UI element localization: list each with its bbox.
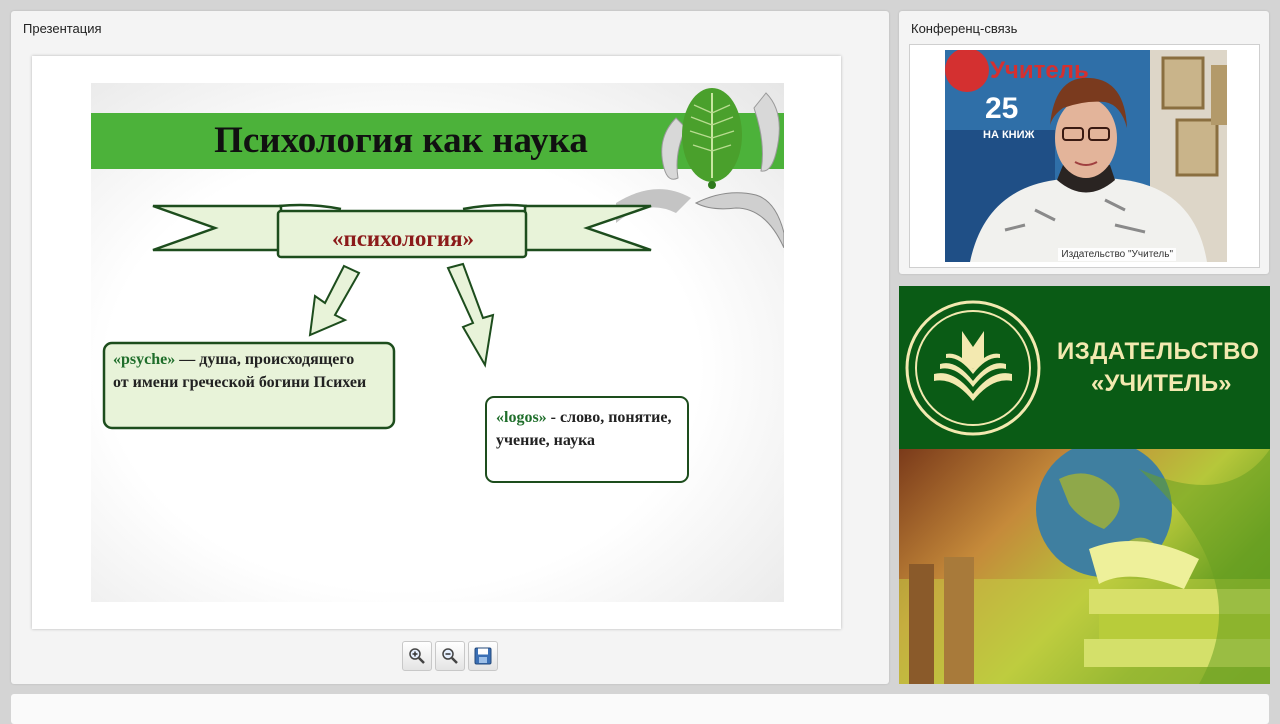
conference-panel: Конференц-связь Учитель 25 НА КНИЖ Издат…: [899, 11, 1269, 274]
svg-text:НА КНИЖ: НА КНИЖ: [983, 129, 1035, 141]
publisher-banner: ИЗДАТЕЛЬСТВО «УЧИТЕЛЬ»: [899, 286, 1270, 684]
zoom-in-button[interactable]: [402, 641, 432, 671]
definition-psyche: «psyche» — душа, происходящего от имени …: [113, 348, 373, 394]
floppy-disk-icon: [474, 647, 492, 665]
publisher-name-line2: «УЧИТЕЛЬ»: [1091, 370, 1232, 397]
zoom-in-icon: [409, 648, 425, 664]
publisher-logo-icon: [905, 300, 1041, 436]
publisher-name-line1: ИЗДАТЕЛЬСТВО: [1057, 338, 1260, 365]
slide: Психология как наука «психология» «psych…: [91, 83, 784, 602]
slide-frame: Психология как наука «психология» «psych…: [32, 56, 841, 629]
ribbon-word: «психология»: [331, 226, 475, 251]
books-globe-illustration: [899, 449, 1270, 684]
slide-diagram: [102, 203, 689, 483]
zoom-out-button[interactable]: [435, 641, 465, 671]
zoom-out-icon: [442, 648, 458, 664]
svg-text:Учитель: Учитель: [990, 57, 1089, 84]
video-feed: Учитель 25 НА КНИЖ: [945, 50, 1227, 262]
video-participant-label: Издательство "Учитель": [1058, 248, 1176, 261]
conference-panel-title: Конференц-связь: [911, 21, 1018, 36]
svg-text:25: 25: [985, 92, 1018, 125]
presentation-panel: Презентация Психология как наука «психол…: [11, 11, 889, 684]
definition-term: «logos»: [496, 409, 547, 426]
save-button[interactable]: [468, 641, 498, 671]
publisher-banner-books-image: [899, 449, 1270, 684]
definition-logos: «logos» - слово, понятие, учение, наука: [496, 406, 676, 452]
publisher-banner-top: ИЗДАТЕЛЬСТВО «УЧИТЕЛЬ»: [899, 286, 1270, 449]
definition-term: «psyche»: [113, 351, 176, 368]
presentation-panel-title: Презентация: [23, 21, 102, 36]
video-container: Учитель 25 НА КНИЖ Издательство "Учитель…: [909, 44, 1260, 268]
